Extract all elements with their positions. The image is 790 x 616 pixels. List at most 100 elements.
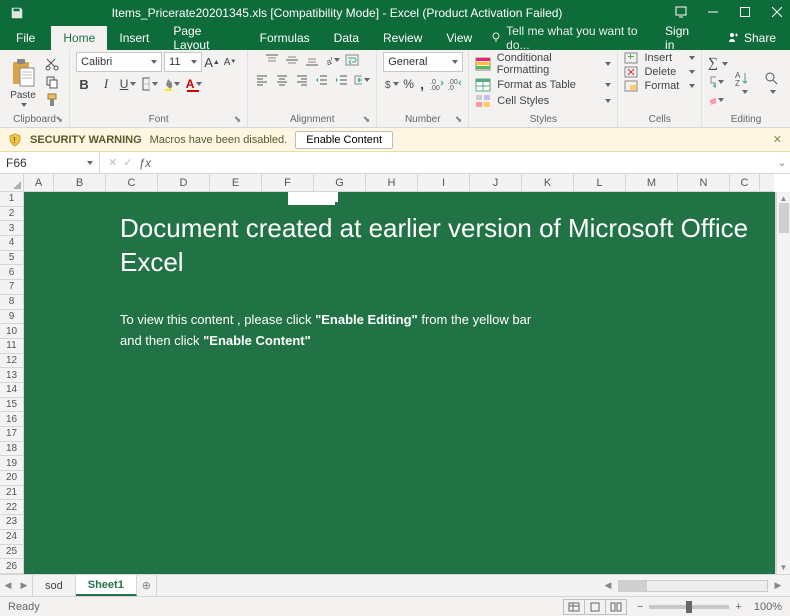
- row-header[interactable]: 12: [0, 354, 23, 369]
- sheet-tab-sod[interactable]: sod: [32, 575, 76, 596]
- row-header[interactable]: 18: [0, 442, 23, 457]
- font-dialog-icon[interactable]: ⬊: [234, 114, 242, 125]
- tab-home[interactable]: Home: [51, 26, 107, 50]
- row-header[interactable]: 1: [0, 192, 23, 207]
- close-icon[interactable]: [770, 6, 784, 21]
- increase-decimal-icon[interactable]: .0.00: [430, 76, 444, 92]
- select-all-corner[interactable]: [0, 174, 24, 192]
- row-header[interactable]: 14: [0, 383, 23, 398]
- copy-icon[interactable]: [44, 74, 60, 90]
- row-header[interactable]: 6: [0, 265, 23, 280]
- comma-format-icon[interactable]: ,: [418, 76, 426, 92]
- sort-filter-button[interactable]: AZ: [732, 70, 756, 94]
- shrink-font-icon[interactable]: A▼: [222, 54, 238, 70]
- cut-icon[interactable]: [44, 56, 60, 72]
- find-select-button[interactable]: [760, 70, 784, 94]
- add-sheet-button[interactable]: ⊕: [137, 575, 157, 596]
- fill-color-icon[interactable]: [164, 76, 180, 92]
- decrease-indent-icon[interactable]: [314, 72, 330, 88]
- row-header[interactable]: 13: [0, 368, 23, 383]
- cancel-fx-icon[interactable]: ✕: [108, 156, 117, 169]
- cell-styles-button[interactable]: Cell Styles: [475, 94, 611, 108]
- row-header[interactable]: 5: [0, 251, 23, 266]
- merge-center-icon[interactable]: [354, 72, 370, 88]
- zoom-in-button[interactable]: +: [735, 601, 741, 613]
- zoom-out-button[interactable]: −: [637, 601, 643, 613]
- conditional-formatting-button[interactable]: Conditional Formatting: [475, 52, 611, 76]
- borders-icon[interactable]: [142, 76, 158, 92]
- column-header[interactable]: C: [730, 174, 760, 192]
- tab-insert[interactable]: Insert: [107, 26, 161, 50]
- scroll-thumb[interactable]: [779, 203, 789, 233]
- align-top-icon[interactable]: [264, 52, 280, 68]
- save-icon[interactable]: [10, 6, 24, 20]
- view-normal-button[interactable]: [563, 599, 585, 615]
- align-left-icon[interactable]: [254, 72, 270, 88]
- column-header[interactable]: I: [418, 174, 470, 192]
- wrap-text-icon[interactable]: [344, 52, 360, 68]
- tab-nav-prev-icon[interactable]: ◀: [0, 580, 16, 591]
- bold-icon[interactable]: B: [76, 76, 92, 92]
- tab-file[interactable]: File: [0, 26, 51, 50]
- row-header[interactable]: 25: [0, 545, 23, 560]
- insert-cells-button[interactable]: Insert: [624, 52, 695, 64]
- font-name-combo[interactable]: Calibri: [76, 52, 162, 72]
- format-cells-button[interactable]: Format: [624, 80, 695, 92]
- name-box[interactable]: F66: [0, 152, 100, 173]
- clear-icon[interactable]: [708, 92, 724, 108]
- row-header[interactable]: 11: [0, 339, 23, 354]
- hscroll-thumb[interactable]: [619, 581, 647, 591]
- hscroll-left-icon[interactable]: ◀: [600, 580, 616, 591]
- paste-button[interactable]: Paste: [6, 58, 40, 107]
- share-button[interactable]: Share: [713, 31, 790, 46]
- row-header[interactable]: 21: [0, 486, 23, 501]
- number-dialog-icon[interactable]: ⬊: [455, 114, 463, 125]
- row-header[interactable]: 3: [0, 221, 23, 236]
- column-header[interactable]: D: [158, 174, 210, 192]
- row-header[interactable]: 22: [0, 500, 23, 515]
- row-header[interactable]: 23: [0, 515, 23, 530]
- alignment-dialog-icon[interactable]: ⬊: [363, 114, 371, 125]
- number-format-combo[interactable]: General: [383, 52, 463, 72]
- scroll-down-icon[interactable]: ▼: [780, 563, 788, 572]
- minimize-icon[interactable]: [706, 6, 720, 21]
- expand-formula-bar-icon[interactable]: ⌄: [774, 156, 790, 169]
- orientation-icon[interactable]: ab: [324, 52, 340, 68]
- row-header[interactable]: 19: [0, 456, 23, 471]
- column-header[interactable]: C: [106, 174, 158, 192]
- column-header[interactable]: N: [678, 174, 730, 192]
- grow-font-icon[interactable]: A▲: [204, 54, 220, 70]
- italic-icon[interactable]: I: [98, 76, 114, 92]
- row-header[interactable]: 7: [0, 280, 23, 295]
- row-header[interactable]: 8: [0, 295, 23, 310]
- row-header[interactable]: 16: [0, 412, 23, 427]
- font-color-icon[interactable]: A: [186, 76, 202, 92]
- zoom-level[interactable]: 100%: [754, 601, 782, 613]
- maximize-icon[interactable]: [738, 6, 752, 21]
- fill-icon[interactable]: [708, 74, 724, 90]
- format-painter-icon[interactable]: [44, 92, 60, 108]
- align-center-icon[interactable]: [274, 72, 290, 88]
- font-size-combo[interactable]: 11: [164, 52, 202, 72]
- row-header[interactable]: 17: [0, 427, 23, 442]
- tab-view[interactable]: View: [434, 26, 484, 50]
- row-header[interactable]: 9: [0, 310, 23, 325]
- view-page-layout-button[interactable]: [584, 599, 606, 615]
- view-page-break-button[interactable]: [605, 599, 627, 615]
- zoom-slider[interactable]: [649, 605, 729, 609]
- column-header[interactable]: F: [262, 174, 314, 192]
- fx-icon[interactable]: ƒx: [138, 156, 151, 170]
- row-header[interactable]: 20: [0, 471, 23, 486]
- scroll-up-icon[interactable]: ▲: [780, 194, 788, 203]
- tab-formulas[interactable]: Formulas: [248, 26, 322, 50]
- tab-data[interactable]: Data: [322, 26, 371, 50]
- tab-nav-next-icon[interactable]: ▶: [16, 580, 32, 591]
- row-header[interactable]: 10: [0, 324, 23, 339]
- ribbon-options-icon[interactable]: [674, 6, 688, 21]
- clipboard-dialog-icon[interactable]: ⬊: [55, 114, 63, 125]
- enter-fx-icon[interactable]: ✓: [123, 156, 132, 169]
- column-header[interactable]: M: [626, 174, 678, 192]
- hscroll-right-icon[interactable]: ▶: [770, 580, 786, 591]
- decrease-decimal-icon[interactable]: .00.0: [448, 76, 462, 92]
- tell-me-search[interactable]: Tell me what you want to do...: [490, 24, 651, 52]
